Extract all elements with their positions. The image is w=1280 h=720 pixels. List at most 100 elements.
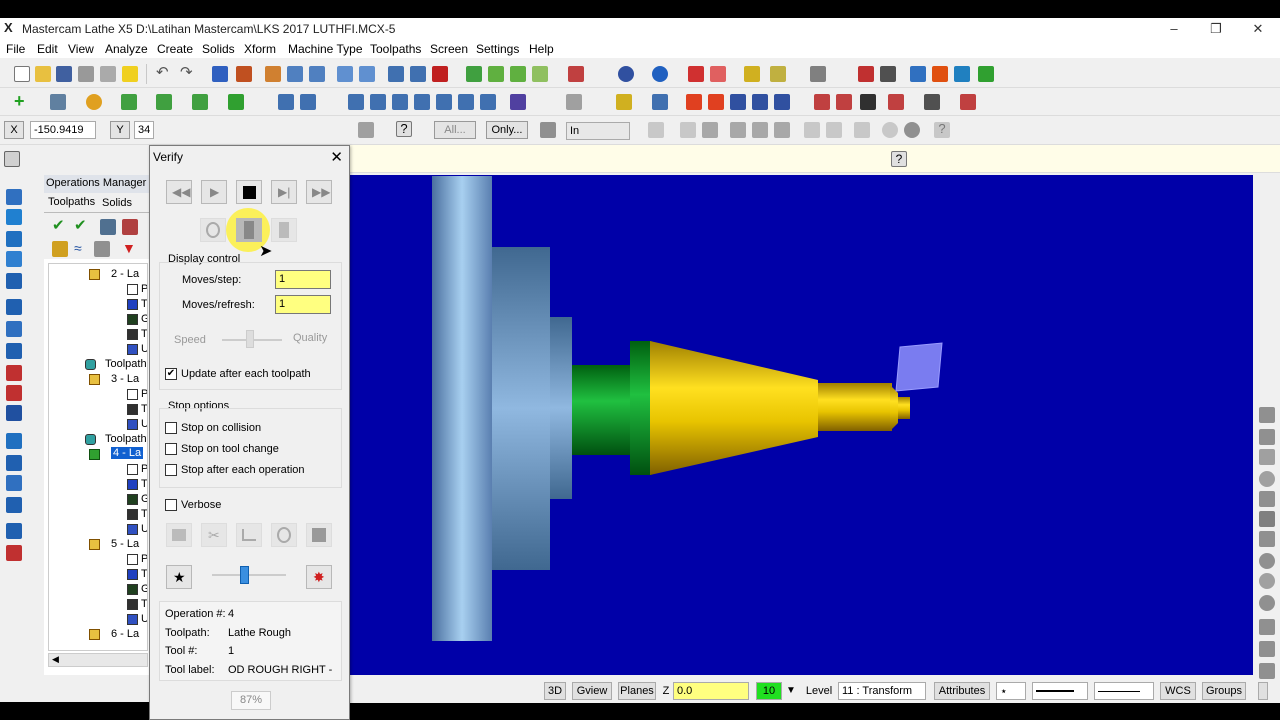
shade-cube-icon[interactable] <box>466 66 482 82</box>
misc-icon[interactable] <box>888 94 904 110</box>
display-mode-3-button[interactable] <box>271 218 297 242</box>
open-file-icon[interactable] <box>35 66 51 82</box>
lathe-verify-icon[interactable] <box>6 545 22 561</box>
in-select[interactable]: In <box>566 122 630 140</box>
ball-icon[interactable] <box>904 122 920 138</box>
lathe-quick-icon[interactable] <box>6 365 22 381</box>
selection-gear-icon[interactable] <box>540 122 556 138</box>
toolpath-icon[interactable] <box>910 66 926 82</box>
autocursor-icon[interactable] <box>358 122 374 138</box>
clear-icon[interactable] <box>432 66 448 82</box>
graphics-view-icon[interactable] <box>568 66 584 82</box>
globe-icon[interactable] <box>618 66 634 82</box>
cut-display-button[interactable]: ✂ <box>201 523 227 547</box>
lathe-cutoff-icon[interactable] <box>6 321 22 337</box>
rt-icon-4[interactable] <box>1259 471 1275 487</box>
chain-icon[interactable] <box>410 66 426 82</box>
gview-button[interactable]: Gview <box>572 682 612 700</box>
tree-node[interactable]: T <box>141 298 147 310</box>
verify-close-button[interactable]: ✕ <box>330 148 343 166</box>
canned-icon[interactable] <box>924 94 940 110</box>
z-depth-input[interactable]: 0.0 <box>673 682 749 700</box>
tree-node[interactable]: G <box>141 583 147 595</box>
vector-icon[interactable] <box>730 122 746 138</box>
update-checkbox[interactable]: ✔ <box>165 368 177 380</box>
menu-screen[interactable]: Screen <box>430 42 468 56</box>
tab-solids[interactable]: Solids <box>102 197 132 209</box>
properties-icon[interactable] <box>122 66 138 82</box>
menu-analyze[interactable]: Analyze <box>105 42 148 56</box>
tree-node[interactable]: T <box>141 508 147 520</box>
rt-icon-11[interactable] <box>1259 619 1275 635</box>
menu-file[interactable]: File <box>6 42 25 56</box>
tree-node[interactable]: P <box>141 553 147 565</box>
view-3d-button[interactable]: 3D <box>544 682 566 700</box>
planes-button[interactable]: Planes <box>618 682 656 700</box>
tree-node[interactable]: 5 - La <box>111 538 139 550</box>
lathe-face-icon[interactable] <box>6 385 22 401</box>
rt-icon-7[interactable] <box>1259 531 1275 547</box>
attributes-button[interactable]: Attributes <box>934 682 990 700</box>
status-extra-button[interactable] <box>1258 682 1268 700</box>
zoom-out-icon[interactable] <box>359 66 375 82</box>
rt-icon-9[interactable] <box>1259 573 1275 589</box>
fast-button[interactable]: ✸ <box>306 565 332 589</box>
fillet-icon[interactable] <box>121 94 137 110</box>
save-stl-button[interactable] <box>306 523 332 547</box>
fit-screen-icon[interactable] <box>236 66 252 82</box>
help-query-icon[interactable] <box>858 66 874 82</box>
rewind-button[interactable]: ◀◀ <box>166 180 192 204</box>
toggle-display-icon[interactable]: ≈ <box>74 241 90 257</box>
spline-icon[interactable] <box>192 94 208 110</box>
xform-icon-5[interactable] <box>436 94 452 110</box>
restore-button[interactable]: ❐ <box>1206 20 1226 38</box>
mask-icon[interactable] <box>854 122 870 138</box>
save-icon[interactable] <box>56 66 72 82</box>
wire-cube-icon[interactable] <box>488 66 504 82</box>
minimize-button[interactable]: – <box>1164 20 1184 38</box>
rt-icon-2[interactable] <box>1259 429 1275 445</box>
zoom-window-icon[interactable] <box>265 66 281 82</box>
lathe-tool-icon[interactable] <box>616 94 632 110</box>
pointer-icon[interactable] <box>648 122 664 138</box>
lathe-rough-icon[interactable] <box>6 209 22 225</box>
unzoom-icon[interactable] <box>337 66 353 82</box>
new-file-icon[interactable] <box>14 66 30 82</box>
sim-speed-slider[interactable] <box>240 566 249 584</box>
menu-view[interactable]: View <box>68 42 94 56</box>
tree-node[interactable]: T <box>141 598 147 610</box>
step-button[interactable]: ▶| <box>271 180 297 204</box>
line-style-select[interactable] <box>1032 682 1088 700</box>
level-select[interactable]: 11 : Transform <box>838 682 926 700</box>
tab-toolpaths[interactable]: Toolpaths <box>48 196 95 208</box>
xform-icon-6[interactable] <box>458 94 474 110</box>
tree-node[interactable]: G <box>141 313 147 325</box>
lathe-transform-icon[interactable] <box>6 523 22 539</box>
drafting-icon[interactable] <box>566 94 582 110</box>
lathe-thread-icon[interactable] <box>6 299 22 315</box>
polygon-icon[interactable] <box>702 122 718 138</box>
tree-node[interactable]: P <box>141 388 147 400</box>
prompt-help-icon[interactable]: ? <box>891 151 907 167</box>
tree-node[interactable]: T <box>141 328 147 340</box>
tree-node[interactable]: 6 - La <box>111 628 139 640</box>
rt-icon-10[interactable] <box>1259 595 1275 611</box>
solid-icon[interactable] <box>228 94 244 110</box>
slow-button[interactable]: ★ <box>166 565 192 589</box>
menu-toolpaths[interactable]: Toolpaths <box>370 42 421 56</box>
chuck-icon[interactable] <box>960 94 976 110</box>
tree-node[interactable]: T <box>141 568 147 580</box>
undo-icon[interactable]: ↶ <box>156 65 172 82</box>
tree-node[interactable]: 3 - La <box>111 373 139 385</box>
fast-forward-button[interactable]: ▶▶ <box>306 180 332 204</box>
move-insert-down-icon[interactable]: ▼ <box>122 241 138 257</box>
line-width-select[interactable] <box>1094 682 1154 700</box>
dimension-icon[interactable] <box>510 94 526 110</box>
points-icon[interactable] <box>770 66 786 82</box>
rt-icon-1[interactable] <box>1259 407 1275 423</box>
xform-icon-1[interactable] <box>348 94 364 110</box>
point-style-select[interactable]: ⋆ <box>996 682 1026 700</box>
tree-node-selected[interactable]: 4 - La <box>111 447 144 459</box>
tree-node[interactable]: Toolpath <box>105 433 147 445</box>
top-cube-icon[interactable] <box>532 66 548 82</box>
